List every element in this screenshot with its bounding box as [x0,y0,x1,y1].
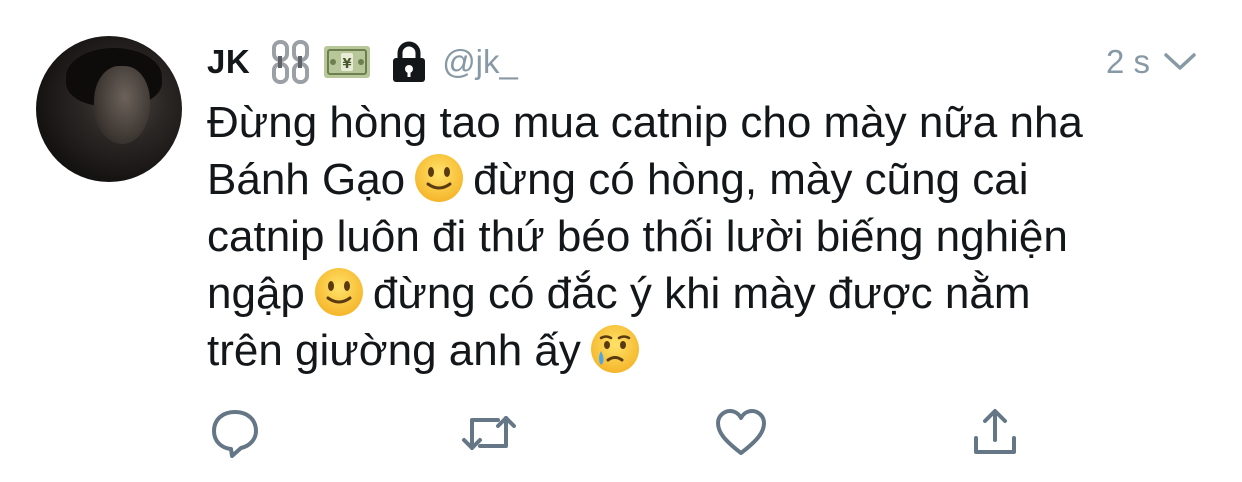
tweet-text-line: Bánh Gạo đừng có hòng, mày cũng cai [207,151,1207,208]
tweet-text-line: trên giường anh ấy [207,322,1207,379]
tweet-text-line: ngập đừng có đắc ý khi mày được nằm [207,265,1207,322]
tweet-text-line: Đừng hòng tao mua catnip cho mày nữa nha [207,98,1083,147]
user-handle[interactable]: @jk_ [442,43,518,81]
slightly-smiling-face-icon [415,154,464,202]
display-name[interactable]: JK [207,43,250,81]
share-button[interactable] [966,404,1024,462]
slightly-smiling-face-icon [314,268,363,316]
lock-icon [390,40,428,84]
tweet-actions [0,400,1242,464]
tweet-text-line: catnip luôn đi thứ béo thối lười biếng n… [207,212,1068,261]
money-emoji-icon: ¥ [322,42,372,82]
tweet[interactable]: JK ¥ @jk_ 2 s Đừng hòng tao mua catnip c… [0,0,1242,482]
timestamp[interactable]: 2 s [1106,43,1150,81]
like-button[interactable] [712,404,770,462]
reply-icon [212,410,258,458]
share-icon [974,409,1016,454]
avatar[interactable] [36,36,182,182]
retweet-button[interactable] [460,404,518,462]
reply-button[interactable] [206,404,264,462]
tweet-meta: 2 s [1106,40,1198,84]
chevron-down-icon[interactable] [1162,50,1198,74]
crying-face-icon [590,325,639,373]
tweet-text: Đừng hòng tao mua catnip cho mày nữa nha… [207,94,1207,379]
chain-emoji-icon [270,39,312,85]
retweet-icon [462,416,516,450]
tweet-header: JK ¥ @jk_ [207,36,518,88]
heart-icon [716,409,766,455]
svg-text:¥: ¥ [343,57,352,72]
